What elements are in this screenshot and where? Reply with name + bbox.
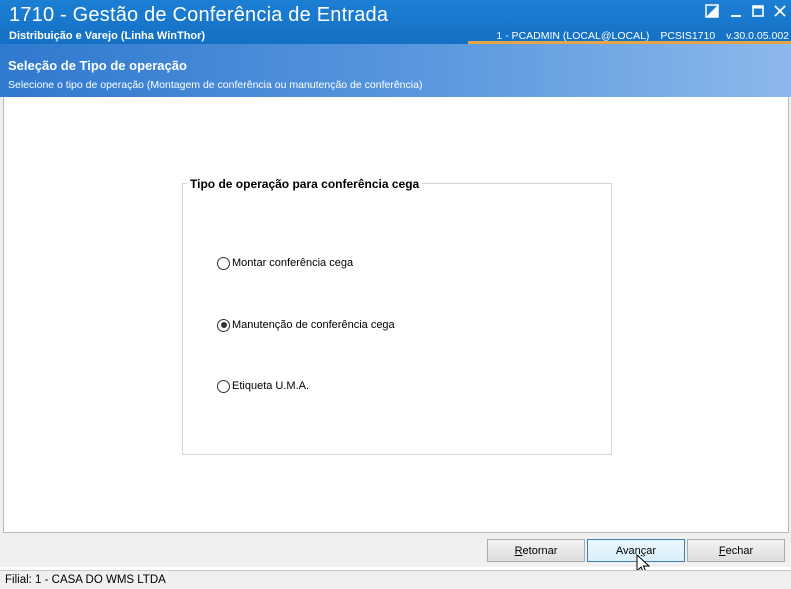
wizard-step-description: Selecione o tipo de operação (Montagem d…	[8, 79, 423, 91]
option-montar-label[interactable]: Montar conferência cega	[232, 257, 353, 269]
retornar-button[interactable]: Retornar	[487, 539, 585, 562]
fechar-mnemonic: F	[718, 544, 726, 557]
radio-montar[interactable]	[217, 256, 230, 270]
status-bar: Filial: 1 - CASA DO WMS LTDA	[0, 570, 791, 589]
window-subtitle: Distribuição e Varejo (Linha WinThor)	[9, 30, 206, 42]
option-manutencao[interactable]: Manutenção de conferência cega	[217, 317, 395, 333]
radio-etiqueta[interactable]	[217, 379, 230, 393]
option-montar[interactable]: Montar conferência cega	[217, 255, 353, 271]
fechar-button[interactable]: Fechar	[687, 539, 785, 562]
fechar-label-rest: echar	[725, 544, 754, 557]
window-title: 1710 - Gestão de Conferência de Entrada	[9, 4, 389, 26]
retornar-label-rest: etornar	[522, 544, 558, 557]
retornar-mnemonic: R	[514, 544, 523, 557]
wizard-header: Seleção de Tipo de operação Selecione o …	[0, 44, 791, 97]
maximize-icon[interactable]	[750, 4, 766, 20]
radio-manutencao[interactable]	[217, 318, 230, 332]
close-icon[interactable]	[772, 4, 788, 20]
group-legend: Tipo de operação para conferência cega	[187, 177, 423, 191]
status-filial: Filial: 1 - CASA DO WMS LTDA	[5, 574, 166, 586]
restore-icon[interactable]	[704, 4, 720, 20]
wizard-step-title: Seleção de Tipo de operação	[8, 58, 187, 73]
option-etiqueta[interactable]: Etiqueta U.M.A.	[217, 378, 309, 394]
option-etiqueta-label[interactable]: Etiqueta U.M.A.	[232, 380, 309, 392]
title-bar: 1710 - Gestão de Conferência de Entrada …	[0, 0, 791, 44]
operation-type-group: Tipo de operação para conferência cega M…	[182, 177, 612, 455]
minimize-icon[interactable]	[728, 4, 744, 20]
option-manutencao-label[interactable]: Manutenção de conferência cega	[232, 319, 395, 331]
